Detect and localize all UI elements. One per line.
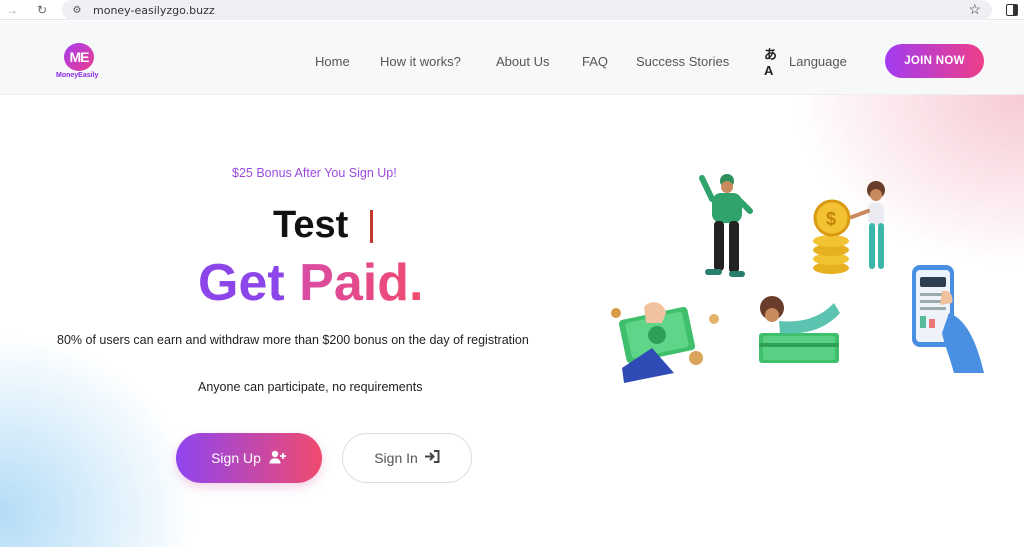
logo-text: MoneyEasily bbox=[56, 72, 99, 79]
nav-home[interactable]: Home bbox=[315, 54, 350, 69]
url-text: money-easilyzgo.buzz bbox=[93, 3, 215, 17]
user-plus-icon bbox=[269, 450, 287, 467]
hero-description: 80% of users can earn and withdraw more … bbox=[57, 333, 529, 347]
star-icon[interactable]: ☆ bbox=[968, 1, 981, 18]
nav-faq[interactable]: FAQ bbox=[582, 54, 608, 69]
phone-icon bbox=[912, 265, 984, 373]
woman-on-money-icon bbox=[759, 296, 840, 363]
woman-figure-icon bbox=[850, 181, 885, 269]
headline-get: Get bbox=[198, 254, 285, 312]
headline-paid: Paid. bbox=[299, 254, 424, 312]
logo-mark: ME bbox=[64, 43, 94, 71]
svg-text:$: $ bbox=[826, 209, 836, 229]
browser-toolbar: → ↻ ⚙ money-easilyzgo.buzz ☆ bbox=[0, 0, 1024, 20]
translate-icon[interactable]: あA bbox=[764, 47, 784, 78]
sign-in-label: Sign In bbox=[374, 450, 418, 466]
sign-in-arrow-icon bbox=[424, 450, 440, 466]
headline-typed-text: Test bbox=[273, 204, 349, 246]
sign-up-button[interactable]: Sign Up bbox=[176, 433, 322, 483]
coin-stack-icon: $ bbox=[813, 199, 851, 274]
address-bar[interactable]: ⚙ money-easilyzgo.buzz bbox=[62, 0, 992, 20]
forward-arrow-icon[interactable]: → bbox=[2, 0, 22, 20]
site-header: ME MoneyEasily Home How it works? About … bbox=[0, 21, 1024, 95]
hero-note: Anyone can participate, no requirements bbox=[198, 380, 423, 394]
nav-about-us[interactable]: About Us bbox=[496, 54, 549, 69]
nav-how-it-works[interactable]: How it works? bbox=[380, 54, 461, 69]
side-panel-icon[interactable] bbox=[1006, 4, 1018, 16]
reload-icon[interactable]: ↻ bbox=[32, 0, 52, 20]
headline-get-paid: Get Paid. bbox=[198, 253, 423, 313]
hero-section: $25 Bonus After You Sign Up! Test Get Pa… bbox=[0, 95, 1024, 547]
sign-in-button[interactable]: Sign In bbox=[342, 433, 472, 483]
logo[interactable]: ME MoneyEasily bbox=[56, 43, 104, 83]
sign-up-label: Sign Up bbox=[211, 450, 261, 466]
man-figure-icon bbox=[699, 174, 753, 277]
bonus-tagline: $25 Bonus After You Sign Up! bbox=[232, 166, 397, 180]
site-info-icon[interactable]: ⚙ bbox=[70, 3, 84, 17]
logo-mark-text: ME bbox=[69, 49, 90, 65]
join-now-button[interactable]: JOIN NOW bbox=[885, 44, 984, 78]
nav-language[interactable]: Language bbox=[789, 54, 847, 69]
money-illustration: $ bbox=[611, 174, 984, 383]
hand-with-cash-icon bbox=[611, 302, 719, 383]
nav-success-stories[interactable]: Success Stories bbox=[636, 54, 729, 69]
typing-caret bbox=[370, 210, 373, 243]
